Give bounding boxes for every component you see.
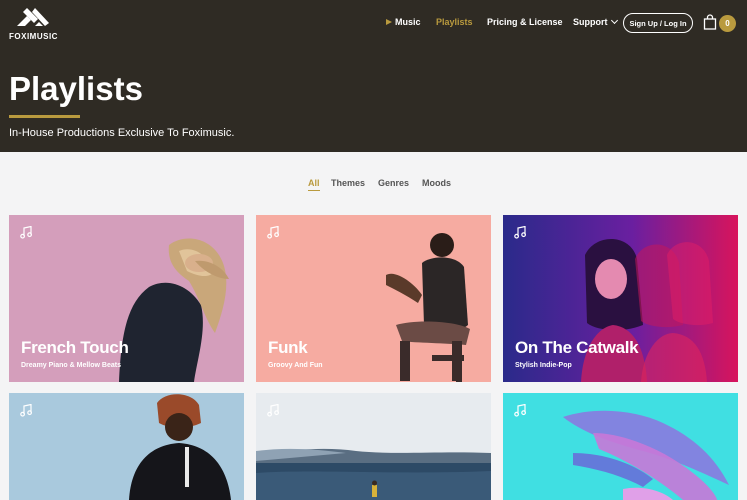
page-title: Playlists bbox=[9, 70, 143, 107]
playlist-card-on-the-catwalk[interactable]: On The Catwalk Stylish Indie-Pop bbox=[503, 215, 738, 382]
logo[interactable]: FOXIMUSIC bbox=[9, 6, 59, 46]
playlist-subtitle: Stylish Indie-Pop bbox=[515, 362, 572, 369]
music-note-icon bbox=[20, 226, 32, 239]
filter-tab-themes[interactable]: Themes bbox=[331, 178, 365, 188]
logo-mark-icon bbox=[17, 8, 49, 26]
filter-tabs: All Themes Genres Moods bbox=[0, 178, 747, 192]
nav-item-label: Playlists bbox=[436, 17, 473, 27]
signup-login-button[interactable]: Sign Up / Log In bbox=[623, 13, 693, 33]
music-note-icon bbox=[514, 404, 526, 417]
music-note-icon bbox=[267, 404, 279, 417]
playlist-card-5[interactable] bbox=[256, 393, 491, 500]
chevron-down-icon bbox=[610, 16, 618, 25]
playlist-subtitle: Dreamy Piano & Mellow Beats bbox=[21, 362, 121, 369]
playlist-title: French Touch bbox=[21, 338, 129, 357]
filter-tab-moods[interactable]: Moods bbox=[422, 178, 451, 188]
playlist-image bbox=[503, 393, 738, 500]
playlist-image bbox=[256, 393, 491, 500]
music-note-icon bbox=[514, 226, 526, 239]
play-icon bbox=[386, 19, 392, 25]
brand-name: FOXIMUSIC bbox=[9, 32, 58, 41]
page-subtitle: In-House Productions Exclusive To Foximu… bbox=[9, 127, 235, 139]
nav-item-label: Music bbox=[395, 17, 421, 27]
playlist-card-french-touch[interactable]: French Touch Dreamy Piano & Mellow Beats bbox=[9, 215, 244, 382]
playlist-card-6[interactable] bbox=[503, 393, 738, 500]
cart-count-badge: 0 bbox=[719, 15, 736, 32]
playlist-subtitle: Groovy And Fun bbox=[268, 362, 323, 369]
nav-item-playlists[interactable]: Playlists bbox=[436, 17, 473, 27]
music-note-icon bbox=[20, 404, 32, 417]
playlist-image bbox=[9, 393, 244, 500]
music-note-icon bbox=[267, 226, 279, 239]
playlist-title: On The Catwalk bbox=[515, 338, 639, 357]
title-underline bbox=[9, 115, 80, 118]
cart-icon bbox=[703, 14, 717, 30]
nav-item-label: Pricing & License bbox=[487, 17, 563, 27]
playlist-card-funk[interactable]: Funk Groovy And Fun bbox=[256, 215, 491, 382]
playlist-title: Funk bbox=[268, 338, 308, 357]
site-header: FOXIMUSIC Music Playlists Pricing & Lice… bbox=[0, 0, 747, 152]
filter-tab-all[interactable]: All bbox=[308, 178, 320, 191]
nav-item-support[interactable]: Support bbox=[573, 16, 618, 27]
cart-button[interactable] bbox=[703, 14, 717, 35]
filter-tab-genres[interactable]: Genres bbox=[378, 178, 409, 188]
playlist-card-4[interactable] bbox=[9, 393, 244, 500]
nav-item-music[interactable]: Music bbox=[386, 17, 421, 27]
nav-item-label: Support bbox=[573, 17, 608, 27]
nav-item-pricing[interactable]: Pricing & License bbox=[487, 17, 563, 27]
